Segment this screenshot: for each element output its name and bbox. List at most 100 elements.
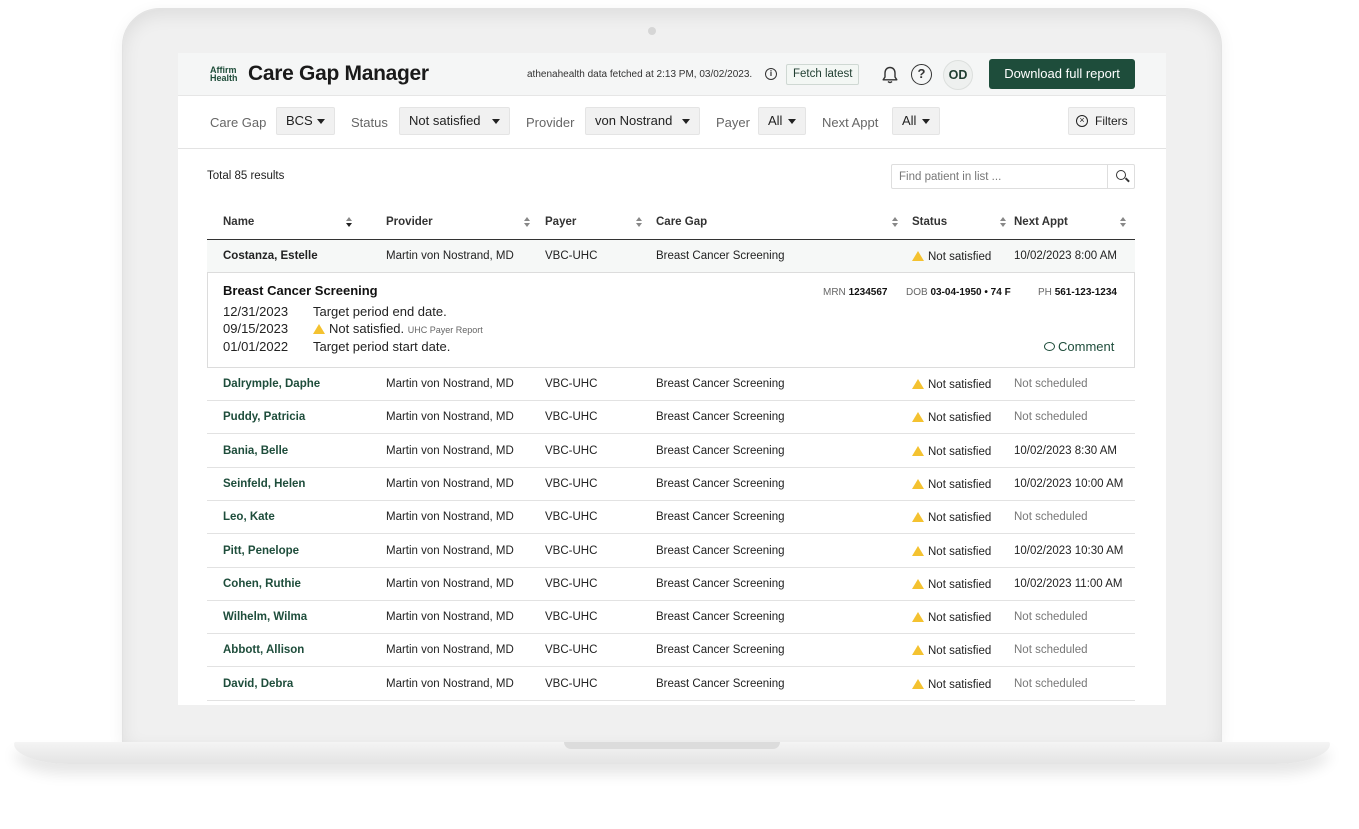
patient-search-input[interactable] bbox=[892, 165, 1107, 188]
care-gap-filter-select[interactable]: BCS bbox=[276, 107, 335, 135]
table-row[interactable]: Bania, Belle Martin von Nostrand, MD VBC-U… bbox=[207, 435, 1135, 468]
column-header-payer[interactable]: Payer bbox=[545, 216, 576, 228]
table-row[interactable]: Cohen, Ruthie Martin von Nostrand, MD VBC-… bbox=[207, 568, 1135, 601]
row-payer: VBC-UHC bbox=[545, 544, 598, 557]
row-name[interactable]: Abbott, Allison bbox=[223, 644, 304, 656]
table-row[interactable]: Pitt, Penelope Martin von Nostrand, MD VBC… bbox=[207, 535, 1135, 568]
fetch-latest-button[interactable]: Fetch latest bbox=[786, 64, 860, 85]
sort-icon[interactable] bbox=[1120, 217, 1126, 229]
row-care-gap: Breast Cancer Screening bbox=[656, 677, 785, 690]
table-row[interactable]: Seinfeld, Helen Martin von Nostrand, MD VB… bbox=[207, 468, 1135, 501]
row-next-appt: Not scheduled bbox=[1014, 677, 1088, 690]
row-name[interactable]: Leo, Kate bbox=[223, 511, 275, 523]
row-care-gap: Breast Cancer Screening bbox=[656, 611, 785, 624]
bell-icon[interactable] bbox=[880, 65, 900, 85]
row-status: Not satisfied bbox=[912, 511, 991, 524]
event-text: Target period end date. bbox=[313, 304, 447, 319]
row-status-text: Not satisfied bbox=[928, 545, 992, 558]
search-button[interactable] bbox=[1107, 164, 1136, 189]
row-provider: Martin von Nostrand, MD bbox=[386, 511, 514, 524]
table-row[interactable]: Wilhelm, Wilma Martin von Nostrand, MD VBC… bbox=[207, 601, 1135, 635]
row-provider: Martin von Nostrand, MD bbox=[386, 644, 514, 657]
row-status: Not satisfied bbox=[912, 611, 991, 624]
row-name[interactable]: David, Debra bbox=[223, 678, 293, 690]
user-avatar[interactable]: OD bbox=[943, 60, 973, 90]
info-icon[interactable]: i bbox=[765, 68, 777, 80]
column-header-provider[interactable]: Provider bbox=[386, 216, 433, 228]
warning-icon bbox=[912, 412, 924, 423]
row-status-text: Not satisfied bbox=[928, 645, 992, 658]
table-row[interactable]: Leo, Kate Martin von Nostrand, MD VBC-UHC B… bbox=[207, 501, 1135, 535]
row-status-text: Not satisfied bbox=[928, 251, 992, 263]
row-status: Not satisfied bbox=[912, 678, 991, 691]
warning-icon bbox=[912, 251, 924, 261]
warning-icon bbox=[912, 645, 924, 656]
row-status-text: Not satisfied bbox=[928, 678, 992, 691]
warning-icon bbox=[313, 324, 325, 334]
filters-button[interactable]: × Filters bbox=[1068, 107, 1135, 135]
payer-filter-select[interactable]: All bbox=[758, 107, 806, 135]
brand-logo[interactable]: Affirm Health bbox=[210, 66, 238, 83]
laptop-camera bbox=[648, 27, 656, 35]
warning-icon bbox=[912, 678, 924, 689]
row-next-appt: Not scheduled bbox=[1014, 611, 1088, 624]
table-row-selected[interactable]: Costanza, Estelle Martin von Nostrand, M… bbox=[207, 240, 1135, 273]
detail-event: 01/01/2022 Target period start date. bbox=[223, 339, 450, 354]
event-text: Not satisfied. bbox=[329, 321, 405, 336]
column-header-next-appt[interactable]: Next Appt bbox=[1014, 216, 1068, 228]
row-payer: VBC-UHC bbox=[545, 444, 598, 457]
detail-mrn: MRN 1234567 bbox=[823, 287, 888, 298]
event-date: 12/31/2023 bbox=[223, 304, 289, 319]
sort-icon[interactable] bbox=[1000, 217, 1006, 229]
detail-dob: DOB 03-04-1950 • 74 F bbox=[906, 287, 1011, 298]
app-screen: Affirm Health Care Gap Manager athenahea… bbox=[178, 53, 1166, 705]
row-name[interactable]: Dalrymple, Daphe bbox=[223, 378, 320, 390]
table-row[interactable]: David, Debra Martin von Nostrand, MD VBC-U… bbox=[207, 668, 1135, 701]
row-status-text: Not satisfied bbox=[928, 445, 992, 458]
patient-search bbox=[891, 164, 1135, 189]
table-row[interactable]: Abbott, Allison Martin von Nostrand, MD VB… bbox=[207, 634, 1135, 668]
row-status: Not satisfied bbox=[912, 250, 991, 263]
provider-filter-select[interactable]: von Nostrand bbox=[585, 107, 700, 135]
app-title: Care Gap Manager bbox=[248, 62, 429, 85]
table-row[interactable]: Dalrymple, Daphe Martin von Nostrand, MD V… bbox=[207, 368, 1135, 401]
row-payer: VBC-UHC bbox=[545, 577, 598, 590]
status-filter-select[interactable]: Not satisfied bbox=[399, 107, 510, 135]
sort-icon[interactable] bbox=[524, 217, 530, 229]
row-name[interactable]: Bania, Belle bbox=[223, 445, 288, 457]
sort-icon[interactable] bbox=[346, 217, 352, 229]
comment-button-label: Comment bbox=[1058, 339, 1115, 354]
row-name[interactable]: Wilhelm, Wilma bbox=[223, 611, 307, 623]
sort-icon[interactable] bbox=[892, 217, 898, 229]
sort-icon[interactable] bbox=[636, 217, 642, 229]
row-provider: Martin von Nostrand, MD bbox=[386, 611, 514, 624]
column-header-status[interactable]: Status bbox=[912, 216, 947, 228]
row-status: Not satisfied bbox=[912, 578, 991, 591]
row-name[interactable]: Cohen, Ruthie bbox=[223, 578, 301, 590]
row-next-appt: 10/02/2023 8:30 AM bbox=[1014, 444, 1117, 457]
table-row[interactable]: Puddy, Patricia Martin von Nostrand, MD VB… bbox=[207, 401, 1135, 435]
next-appt-filter-select[interactable]: All bbox=[892, 107, 940, 135]
row-care-gap: Breast Cancer Screening bbox=[656, 511, 785, 524]
row-provider: Martin von Nostrand, MD bbox=[386, 544, 514, 557]
help-icon[interactable]: ? bbox=[911, 64, 932, 85]
row-name[interactable]: Puddy, Patricia bbox=[223, 411, 305, 423]
provider-filter-label: Provider bbox=[526, 115, 575, 130]
row-status-text: Not satisfied bbox=[928, 412, 992, 425]
comment-button[interactable]: Comment bbox=[1044, 339, 1114, 354]
detail-event: 09/15/2023 Not satisfied. UHC Payer Repor… bbox=[223, 321, 483, 336]
row-status-text: Not satisfied bbox=[928, 379, 992, 391]
row-provider: Martin von Nostrand, MD bbox=[386, 444, 514, 457]
search-icon-handle bbox=[1125, 177, 1130, 183]
column-header-care-gap[interactable]: Care Gap bbox=[656, 216, 707, 228]
row-name[interactable]: Costanza, Estelle bbox=[223, 250, 318, 262]
row-payer: VBC-UHC bbox=[545, 611, 598, 624]
phone-value: 561-123-1234 bbox=[1054, 287, 1117, 298]
row-name[interactable]: Seinfeld, Helen bbox=[223, 478, 305, 490]
results-total: Total 85 results bbox=[207, 170, 285, 182]
column-header-name[interactable]: Name bbox=[223, 216, 254, 228]
download-full-report-button[interactable]: Download full report bbox=[989, 59, 1135, 89]
row-name[interactable]: Pitt, Penelope bbox=[223, 545, 299, 557]
event-text: Target period start date. bbox=[313, 339, 451, 354]
row-payer: VBC-UHC bbox=[545, 677, 598, 690]
